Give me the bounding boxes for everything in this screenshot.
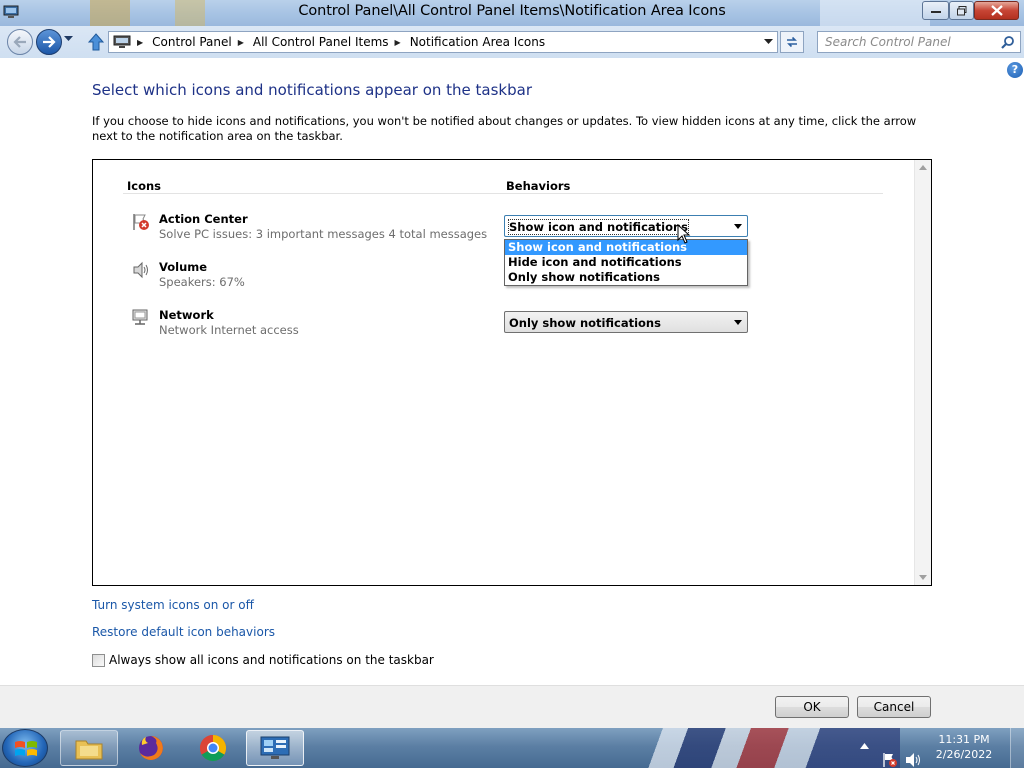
- show-desktop-button[interactable]: [1010, 728, 1024, 768]
- cancel-button[interactable]: Cancel: [857, 696, 931, 718]
- content-area: ? Select which icons and notifications a…: [0, 58, 1024, 685]
- explorer-icon: [75, 740, 103, 760]
- page-title: Select which icons and notifications app…: [92, 81, 532, 99]
- behaviors-column-header: Behaviors: [506, 179, 571, 193]
- page-description: If you choose to hide icons and notifica…: [92, 114, 917, 143]
- vertical-scrollbar[interactable]: [914, 160, 931, 585]
- network-behavior-select[interactable]: Only show notifications: [504, 311, 748, 333]
- breadcrumb-all-items[interactable]: All Control Panel Items ▶: [253, 35, 410, 49]
- scroll-up-icon[interactable]: [919, 165, 927, 170]
- breadcrumb-separator-icon[interactable]: ▶: [137, 38, 143, 47]
- back-arrow-icon: [13, 36, 26, 48]
- always-show-checkbox-row[interactable]: Always show all icons and notifications …: [92, 653, 434, 667]
- clock-date: 2/26/2022: [935, 748, 993, 761]
- forward-button[interactable]: [36, 29, 62, 55]
- behavior-dropdown-list: Show icon and notifications Hide icon an…: [504, 239, 748, 286]
- minimize-icon: [930, 10, 941, 13]
- turn-system-icons-link[interactable]: Turn system icons on or off: [92, 598, 254, 612]
- firefox-icon: [139, 736, 163, 760]
- clock-time: 11:31 PM: [938, 733, 990, 746]
- dropdown-option[interactable]: Only show notifications: [505, 270, 747, 285]
- breadcrumb-notification-area-icons[interactable]: Notification Area Icons: [410, 35, 545, 49]
- mouse-cursor-icon: [677, 224, 691, 244]
- taskbar-explorer[interactable]: [60, 730, 118, 766]
- network-detail: Network Internet access: [159, 323, 299, 337]
- chevron-down-icon: [734, 320, 742, 325]
- taskbar-firefox[interactable]: [122, 730, 180, 766]
- address-toolbar: ▶ Control Panel ▶ All Control Panel Items…: [0, 26, 1024, 58]
- control-panel-icon: [113, 35, 131, 48]
- start-button[interactable]: [2, 729, 48, 767]
- selected-value: Show icon and notifications: [507, 219, 690, 235]
- always-show-checkbox[interactable]: [92, 653, 105, 667]
- action-center-detail: Solve PC issues: 3 important messages 4 …: [159, 227, 488, 241]
- search-box[interactable]: [817, 31, 1021, 53]
- chrome-icon: [199, 734, 227, 762]
- minimize-button[interactable]: [922, 1, 949, 20]
- network-name: Network: [159, 308, 214, 322]
- taskbar-control-panel[interactable]: [246, 730, 304, 766]
- scroll-down-icon[interactable]: [919, 575, 927, 580]
- breadcrumb-separator-icon[interactable]: ▶: [395, 38, 401, 47]
- header-divider: [123, 193, 883, 194]
- chevron-down-icon: [734, 224, 742, 229]
- restore-icon: [956, 5, 966, 15]
- selected-value: Only show notifications: [509, 316, 661, 330]
- taskbar: 11:31 PM 2/26/2022: [0, 728, 1024, 768]
- taskbar-chrome[interactable]: [184, 730, 242, 766]
- icons-column-header: Icons: [127, 179, 162, 193]
- refresh-button[interactable]: [780, 31, 804, 53]
- dialog-button-bar: OK Cancel: [0, 685, 1024, 728]
- address-box[interactable]: ▶ Control Panel ▶ All Control Panel Items…: [108, 31, 778, 53]
- recent-pages-dropdown-icon[interactable]: [64, 36, 73, 42]
- dropdown-option[interactable]: Show icon and notifications: [505, 240, 747, 255]
- back-button[interactable]: [7, 29, 33, 55]
- volume-detail: Speakers: 67%: [159, 275, 245, 289]
- restore-button[interactable]: [949, 1, 974, 20]
- address-history-dropdown-icon[interactable]: [764, 39, 773, 45]
- search-icon[interactable]: [1001, 35, 1015, 49]
- forward-arrow-icon: [43, 36, 56, 48]
- close-icon: [990, 5, 1003, 16]
- wallpaper-decoration: [600, 728, 900, 768]
- windows-logo-icon: [15, 741, 37, 756]
- help-icon[interactable]: ?: [1007, 62, 1023, 78]
- refresh-icon: [787, 36, 797, 48]
- search-input[interactable]: [818, 32, 998, 52]
- restore-defaults-link[interactable]: Restore default icon behaviors: [92, 625, 275, 639]
- breadcrumb-separator-icon[interactable]: ▶: [238, 38, 244, 47]
- taskbar-clock[interactable]: 11:31 PM 2/26/2022: [928, 732, 1000, 762]
- action-center-flag-icon: [133, 214, 149, 230]
- icons-list-panel: Icons Behaviors Action Center Solve PC i…: [92, 159, 932, 586]
- network-icon: [132, 309, 148, 325]
- action-center-tray-icon[interactable]: [882, 740, 898, 768]
- up-level-icon[interactable]: [86, 32, 106, 52]
- volume-tray-icon[interactable]: [905, 740, 923, 768]
- ok-button[interactable]: OK: [775, 696, 849, 718]
- title-bar: Control Panel\All Control Panel Items\No…: [0, 0, 1024, 26]
- window-title: Control Panel\All Control Panel Items\No…: [298, 3, 726, 19]
- speaker-icon: [133, 261, 148, 279]
- volume-name: Volume: [159, 260, 208, 274]
- action-center-behavior-select[interactable]: Show icon and notifications: [504, 215, 748, 237]
- show-hidden-icons-icon[interactable]: [860, 743, 869, 768]
- action-center-name: Action Center: [159, 212, 248, 226]
- dropdown-option[interactable]: Hide icon and notifications: [505, 255, 747, 270]
- always-show-label[interactable]: Always show all icons and notifications …: [109, 653, 434, 667]
- breadcrumb-control-panel[interactable]: Control Panel ▶: [152, 35, 253, 49]
- control-panel-icon: [260, 736, 290, 759]
- close-button[interactable]: [974, 1, 1019, 20]
